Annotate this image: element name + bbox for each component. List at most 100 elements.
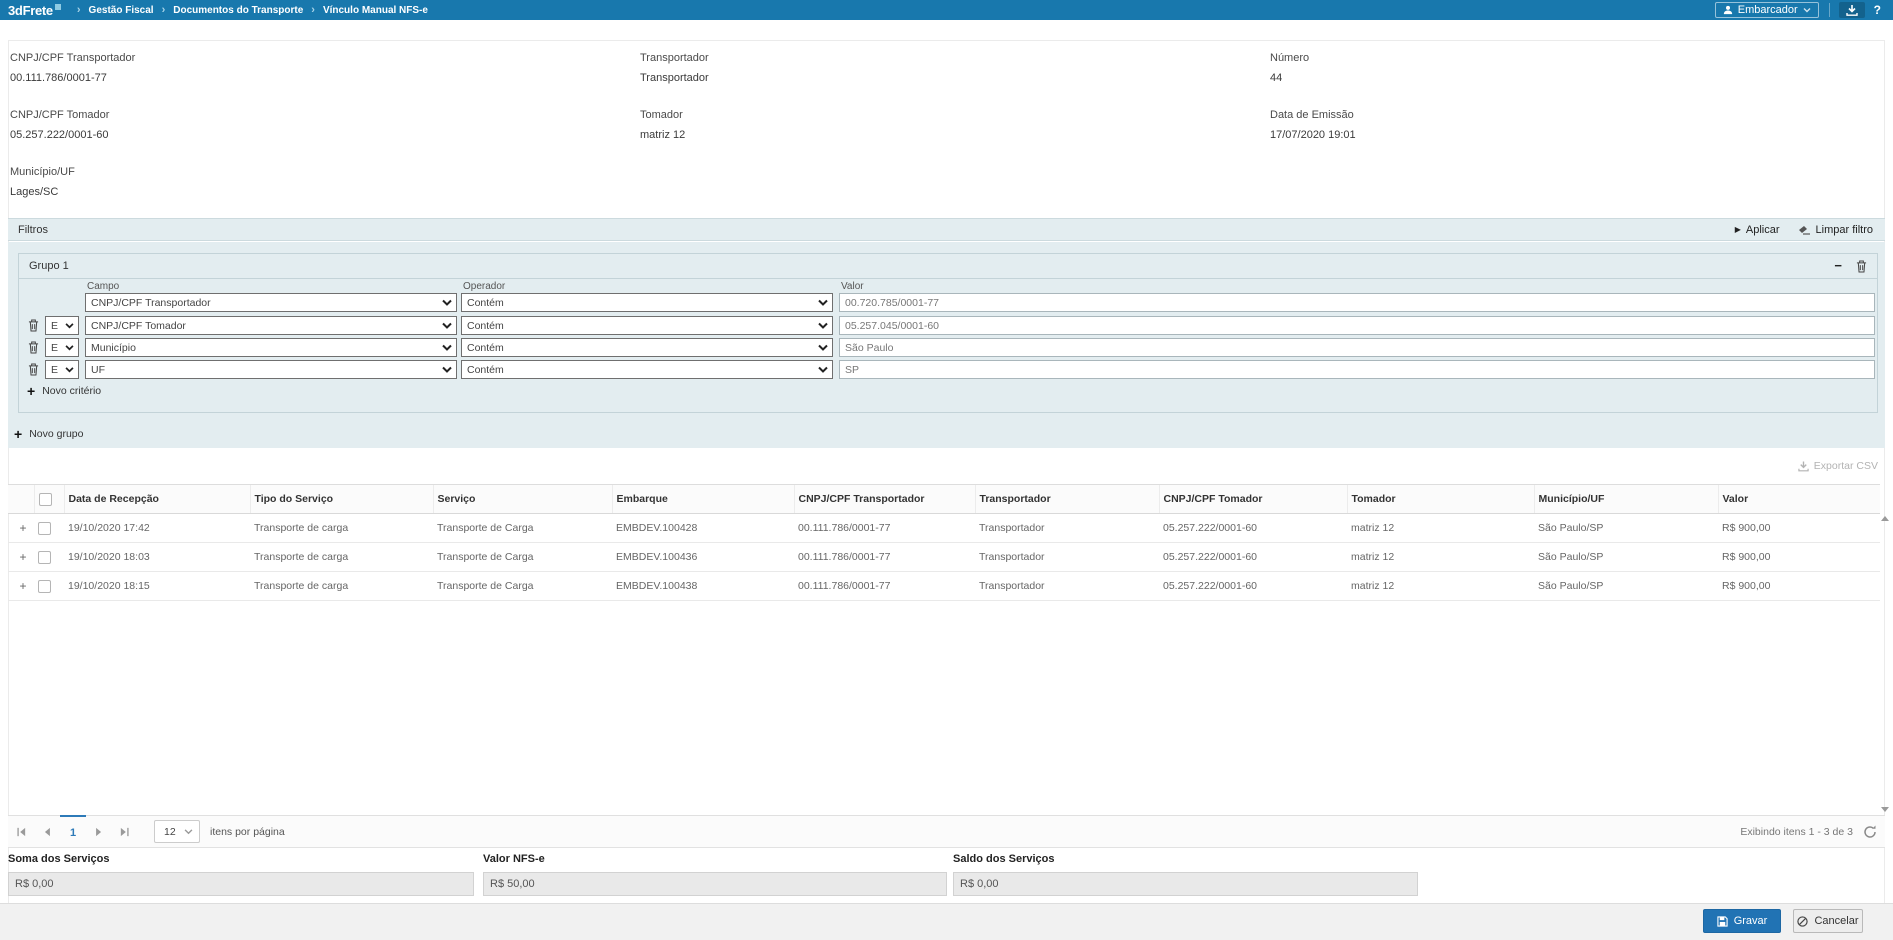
trash-icon	[28, 319, 39, 332]
new-group-button[interactable]: + Novo grupo	[14, 428, 83, 440]
app-logo[interactable]: 3dFrete	[8, 3, 61, 18]
campo-column-label: Campo	[87, 281, 119, 292]
col-tipo-servico[interactable]: Tipo do Serviço	[250, 485, 433, 514]
filters-title: Filtros	[18, 224, 48, 236]
trash-icon	[28, 341, 39, 354]
logic-operator-select-3[interactable]: E	[45, 338, 79, 357]
col-servico[interactable]: Serviço	[433, 485, 612, 514]
logic-operator-select-4[interactable]: E	[45, 360, 79, 379]
table-row: + 19/10/2020 18:03 Transporte de carga T…	[8, 543, 1880, 572]
chevron-down-icon	[818, 322, 828, 329]
total-valor-nfse: Valor NFS-e	[483, 853, 947, 896]
total-saldo-servicos: Saldo dos Serviços	[953, 853, 1418, 896]
expand-row-button[interactable]: +	[8, 543, 34, 572]
filter-value-input-2[interactable]	[839, 316, 1875, 335]
filter-operator-select-1[interactable]: Contém	[461, 293, 833, 312]
cell-valor: R$ 900,00	[1718, 514, 1880, 543]
total-label: Valor NFS-e	[483, 853, 947, 865]
download-icon	[1798, 461, 1809, 472]
cell-transportador: Transportador	[975, 543, 1159, 572]
breadcrumb-item-documentos-do-transporte[interactable]: Documentos do Transporte	[173, 5, 303, 16]
logic-operator-select-2[interactable]: E	[45, 316, 79, 335]
page-size-select[interactable]: 12	[154, 820, 200, 843]
operador-column-label: Operador	[463, 281, 505, 292]
info-field-numero: Número 44	[1270, 52, 1309, 84]
select-value: Contém	[467, 320, 504, 332]
filter-field-select-2[interactable]: CNPJ/CPF Tomador	[85, 316, 457, 335]
table-scrollbar[interactable]	[1879, 516, 1891, 812]
app-logo-text: 3dFrete	[8, 3, 53, 18]
row-checkbox[interactable]	[38, 551, 51, 564]
new-criterion-button[interactable]: + Novo critério	[27, 385, 101, 397]
col-embarque[interactable]: Embarque	[612, 485, 794, 514]
filter-field-select-4[interactable]: UF	[85, 360, 457, 379]
col-data-recepcao[interactable]: Data de Recepção	[64, 485, 250, 514]
plus-icon: +	[14, 429, 22, 439]
play-icon: ▶	[1735, 225, 1741, 234]
filter-operator-select-3[interactable]: Contém	[461, 338, 833, 357]
col-cnpj-tomador[interactable]: CNPJ/CPF Tomador	[1159, 485, 1347, 514]
field-value: 05.257.222/0001-60	[10, 129, 109, 141]
filter-field-select-3[interactable]: Município	[85, 338, 457, 357]
export-csv-button[interactable]: Exportar CSV	[1798, 460, 1878, 472]
select-all-checkbox[interactable]	[39, 493, 52, 506]
filter-operator-select-2[interactable]: Contém	[461, 316, 833, 335]
info-field-data-emissao: Data de Emissão 17/07/2020 19:01	[1270, 109, 1356, 141]
cell-data-recepcao: 19/10/2020 18:15	[64, 572, 250, 601]
cell-embarque: EMBDEV.100438	[612, 572, 794, 601]
pagination-status: Exibindo itens 1 - 3 de 3	[1740, 826, 1853, 838]
last-page-button[interactable]	[112, 815, 138, 848]
page-number-current[interactable]: 1	[60, 815, 86, 848]
filter-field-select-1[interactable]: CNPJ/CPF Transportador	[85, 293, 457, 312]
col-valor[interactable]: Valor	[1718, 485, 1880, 514]
delete-criterion-button-2[interactable]	[25, 317, 41, 334]
cell-valor: R$ 900,00	[1718, 572, 1880, 601]
col-municipio-uf[interactable]: Município/UF	[1534, 485, 1718, 514]
select-value: Contém	[467, 364, 504, 376]
info-field-transportador: Transportador Transportador	[640, 52, 709, 84]
field-value: 17/07/2020 19:01	[1270, 129, 1356, 141]
help-button[interactable]: ?	[1874, 3, 1881, 17]
items-per-page-label: itens por página	[210, 826, 285, 838]
row-checkbox[interactable]	[38, 580, 51, 593]
filter-value-input-4[interactable]	[839, 360, 1875, 379]
cell-transportador: Transportador	[975, 514, 1159, 543]
field-label: Número	[1270, 52, 1309, 72]
field-value: Transportador	[640, 72, 709, 84]
delete-criterion-button-3[interactable]	[25, 339, 41, 356]
download-button[interactable]	[1839, 2, 1865, 18]
new-criterion-label: Novo critério	[42, 385, 101, 397]
cell-transportador: Transportador	[975, 572, 1159, 601]
filter-value-input-3[interactable]	[839, 338, 1875, 357]
cell-servico: Transporte de Carga	[433, 572, 612, 601]
apply-filter-button[interactable]: ▶ Aplicar	[1735, 224, 1780, 236]
filter-value-input-1[interactable]	[839, 293, 1875, 312]
first-page-button[interactable]	[8, 815, 34, 848]
cell-cnpj-transportador: 00.111.786/0001-77	[794, 572, 975, 601]
chevron-down-icon	[818, 299, 828, 306]
col-tomador[interactable]: Tomador	[1347, 485, 1534, 514]
cell-servico: Transporte de Carga	[433, 543, 612, 572]
next-page-button[interactable]	[86, 815, 112, 848]
refresh-button[interactable]	[1863, 825, 1877, 842]
breadcrumb-item-gestao-fiscal[interactable]: Gestão Fiscal	[89, 5, 154, 16]
clear-filter-button[interactable]: Limpar filtro	[1798, 224, 1873, 236]
col-transportador[interactable]: Transportador	[975, 485, 1159, 514]
row-checkbox[interactable]	[38, 522, 51, 535]
expand-row-button[interactable]: +	[8, 514, 34, 543]
filter-operator-select-4[interactable]: Contém	[461, 360, 833, 379]
trash-icon	[28, 363, 39, 376]
collapse-group-button[interactable]: −	[1834, 261, 1842, 271]
save-button[interactable]: Gravar	[1703, 909, 1781, 933]
col-cnpj-transportador[interactable]: CNPJ/CPF Transportador	[794, 485, 975, 514]
refresh-icon	[1863, 825, 1877, 839]
cell-data-recepcao: 19/10/2020 17:42	[64, 514, 250, 543]
breadcrumb-item-vinculo-manual-nfse[interactable]: Vínculo Manual NFS-e	[323, 5, 428, 16]
previous-page-button[interactable]	[34, 815, 60, 848]
cancel-button[interactable]: Cancelar	[1793, 909, 1863, 933]
delete-criterion-button-4[interactable]	[25, 361, 41, 378]
profile-menu-button[interactable]: Embarcador	[1715, 2, 1819, 18]
delete-group-button[interactable]	[1856, 260, 1867, 273]
expand-row-button[interactable]: +	[8, 572, 34, 601]
topbar-right: Embarcador ?	[1715, 0, 1893, 20]
